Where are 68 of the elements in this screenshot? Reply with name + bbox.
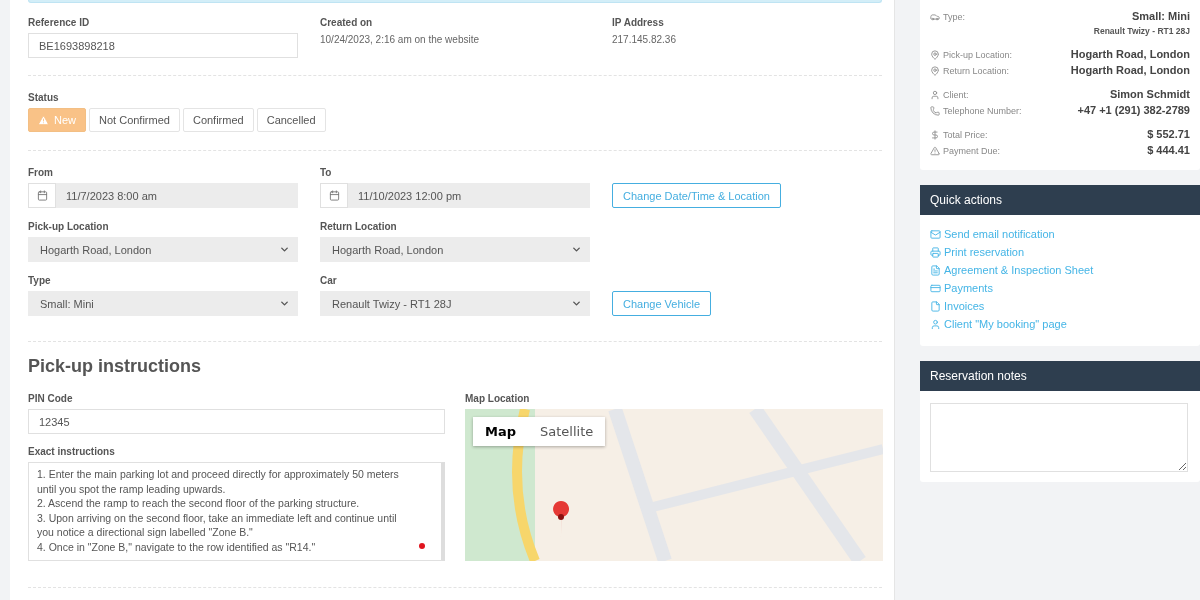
select-field[interactable]: Renault Twizy - RT1 28J [320,291,590,316]
instructions-field[interactable]: 1. Enter the main parking lot and proceed directly for approximately 50 meters until you spot the ramp leading upwards. 2. Ascend the ramp to reach the second floor of the parking structure. 3. Upon arriving on the second floor, take an immediate left and continue until you notice a directional sign labelled "Zone B." 4. Once in "Zone B," navigate to the row identified as "R14." [28,462,445,561]
field-label: PIN Code [28,393,74,404]
document-icon [930,265,941,276]
created-value: 10/24/2023, 2:16 am on the website [320,33,480,45]
field-label: IP Address [612,17,665,28]
summary-value: $ 444.41 [1147,144,1190,156]
chevron-icon [279,244,290,255]
printer-icon [930,247,941,258]
select-field[interactable]: Small: Mini [28,291,298,316]
summary-label: Return Location: [930,64,1010,76]
file-icon [930,301,941,312]
status-button[interactable]: Cancelled [256,108,326,132]
field-label: Created on [320,17,374,28]
warning-icon [38,114,49,126]
panel-title: Reservation notes [920,361,1200,391]
map-mode-tab[interactable]: Map [473,417,528,446]
dot-icon [419,543,425,549]
status-button[interactable]: Confirmed [182,108,254,132]
summary-label: Payment Due: [930,144,1001,156]
summary-label: Type: [930,10,965,22]
summary-value: Simon Schmidt [1109,88,1190,100]
field-label: Pick-up Location [28,221,110,232]
user-icon [930,319,941,330]
summary-value: Small: Mini [1131,10,1190,22]
ip-value: 217.145.82.36 [612,33,677,45]
select-field[interactable]: Hogarth Road, London [28,237,298,262]
summary-label: Telephone Number: [930,104,1022,116]
credit-card-icon [930,283,941,294]
field-label: From [28,167,54,178]
field-label: Status [28,92,60,103]
panel-title: Quick actions [920,185,1200,215]
pin-icon [930,50,940,60]
warning-icon [930,146,940,156]
notes-field[interactable] [930,403,1188,472]
summary-value: Hogarth Road, London [1070,48,1190,60]
summary-value: $ 552.71 [1147,128,1190,140]
summary-label: Client: [930,88,969,100]
summary-label: Pick-up Location: [930,48,1013,60]
calendar-icon [36,190,48,201]
envelope-icon [930,229,941,240]
map-mode-tab[interactable]: Satellite [528,417,606,446]
dollar-icon [930,130,940,140]
calendar-icon [328,190,340,201]
chevron-icon [571,298,582,309]
field-label: Return Location [320,221,398,232]
status-button[interactable]: Not Confirmed [89,108,180,132]
field-label: Exact instructions [28,446,116,457]
summary-detail: Renault Twizy - RT1 28J [1093,26,1190,36]
field-label: Car [320,275,338,286]
pin-icon [930,66,940,76]
phone-icon [930,106,940,116]
car-icon [930,12,940,22]
user-icon [930,90,940,100]
chevron-icon [571,244,582,255]
reference-field[interactable]: BE1693898218 [28,33,298,58]
select-field[interactable]: Hogarth Road, London [320,237,590,262]
field-label: To [320,167,333,178]
chevron-icon [279,298,290,309]
field-label: Reference ID [28,17,91,28]
map-placeholder[interactable]: Map Satellite [465,409,883,561]
field-label: Map Location [465,393,531,404]
field-label: Type [28,275,52,286]
section-heading: Pick-up instructions [28,356,203,377]
summary-value: +47 +1 (291) 382-2789 [1077,104,1190,116]
pin-field[interactable]: 12345 [28,409,445,434]
summary-label: Total Price: [930,128,988,140]
summary-value: Hogarth Road, London [1070,64,1190,76]
